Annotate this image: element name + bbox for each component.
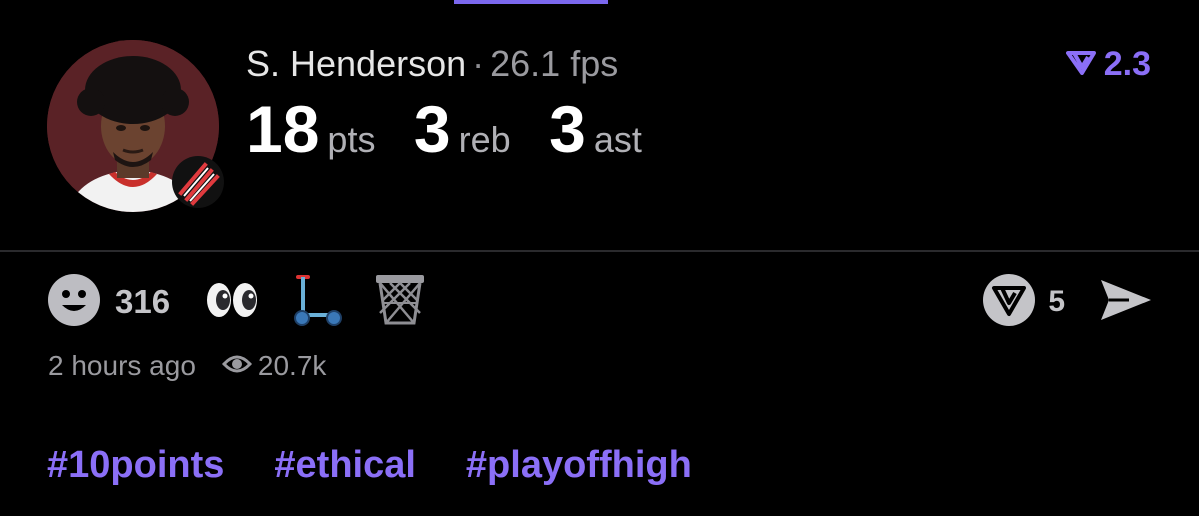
view-count: 20.7k [221, 350, 327, 382]
player-name[interactable]: S. Henderson [246, 43, 466, 84]
post-actions: 5 [982, 273, 1153, 332]
rating-value: 2.3 [1103, 45, 1151, 83]
timestamp: 2 hours ago [48, 350, 196, 381]
scooter-emoji-icon[interactable] [288, 273, 344, 332]
hashtag-list: #10points #ethical #playoffhigh [47, 444, 742, 487]
divider [0, 250, 1199, 252]
share-count: 5 [1048, 285, 1065, 318]
eyes-emoji-icon[interactable] [206, 282, 258, 323]
shield-logo-icon[interactable] [982, 273, 1036, 332]
player-header: S. Henderson · 26.1 fps [246, 42, 618, 86]
stat-unit: reb [458, 119, 511, 160]
stat-points: 18 pts [246, 94, 375, 164]
stat-value: 3 [549, 92, 586, 166]
stat-value: 3 [413, 92, 451, 166]
active-tab-indicator [454, 0, 608, 4]
hashtag-link[interactable]: #ethical [274, 444, 416, 487]
player-avatar[interactable] [47, 40, 225, 215]
reactions-bar: 316 [47, 273, 456, 332]
rating-chevron-icon [1065, 45, 1096, 84]
team-logo-icon [171, 155, 225, 209]
stat-rebounds: 3 reb [414, 94, 511, 164]
post-meta: 2 hours ago 20.7k [48, 350, 326, 382]
stat-unit: pts [327, 119, 376, 160]
hashtag-link[interactable]: #10points [47, 444, 224, 487]
stat-unit: ast [593, 119, 642, 160]
stat-assists: 3 ast [549, 94, 642, 164]
rating-button[interactable]: 2.3 [1065, 45, 1151, 84]
basketball-net-emoji-icon[interactable] [374, 273, 426, 332]
stat-line: 18 pts 3 reb 3 ast [246, 94, 676, 164]
hashtag-link[interactable]: #playoffhigh [466, 444, 692, 487]
send-icon[interactable] [1099, 276, 1153, 329]
fps-value: 26.1 fps [490, 43, 619, 84]
stat-value: 18 [246, 92, 320, 166]
separator-dot: · [472, 43, 485, 84]
smiley-reaction-icon[interactable] [47, 273, 101, 332]
reaction-count: 316 [115, 283, 171, 320]
eye-icon [221, 350, 258, 382]
views-value: 20.7k [257, 350, 327, 381]
